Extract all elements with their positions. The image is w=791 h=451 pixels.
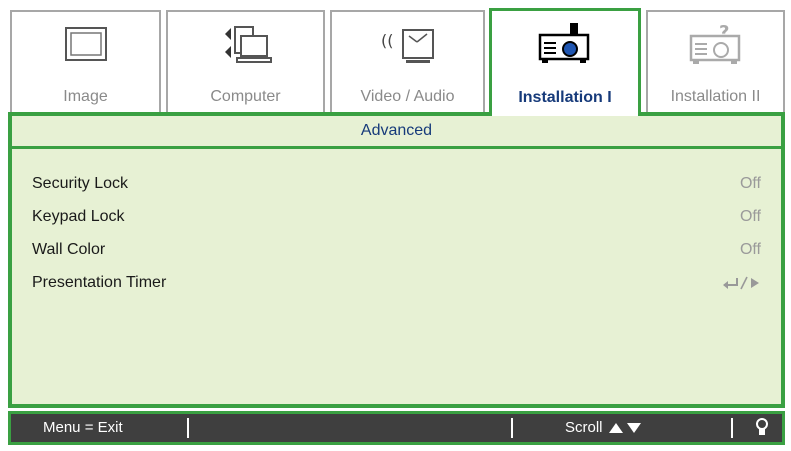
projector-icon — [530, 21, 600, 77]
scroll-label: Scroll — [565, 419, 603, 436]
tab-bar: Image Computer ((Video / Audio Installa… — [6, 6, 787, 116]
video-audio-icon: (( — [373, 22, 443, 78]
computer-icon — [211, 22, 281, 78]
menu-exit-hint: Menu = Exit — [43, 419, 123, 436]
image-icon — [51, 22, 121, 78]
tab-image-label: Image — [63, 88, 108, 105]
up-down-triangle-icon — [607, 419, 643, 436]
divider — [511, 418, 513, 438]
menu-item-presentation-timer[interactable]: Presentation Timer — [32, 268, 761, 298]
tab-installation-1-label: Installation I — [518, 89, 612, 106]
tab-video-audio[interactable]: (( Video / Audio — [330, 10, 485, 112]
scroll-hint: Scroll — [565, 414, 643, 442]
tab-computer-label: Computer — [210, 88, 281, 105]
menu-item-label: Keypad Lock — [32, 208, 125, 225]
tab-video-audio-label: Video / Audio — [360, 88, 455, 105]
tab-installation-2[interactable]: ? Installation II — [646, 10, 785, 112]
tab-image[interactable]: Image — [10, 10, 161, 112]
divider — [187, 418, 189, 438]
status-bar: Menu = Exit Scroll — [8, 411, 785, 445]
divider — [731, 418, 733, 438]
menu-item-label: Presentation Timer — [32, 274, 167, 291]
lamp-icon — [755, 417, 769, 449]
svg-text:((: (( — [381, 31, 393, 50]
tab-installation-1[interactable]: Installation I — [489, 8, 641, 116]
menu-item-keypad-lock[interactable]: Keypad Lock Off — [32, 202, 761, 232]
menu-item-security-lock[interactable]: Security Lock Off — [32, 169, 761, 199]
projector-question-icon: ? — [681, 22, 751, 78]
menu-item-wall-color[interactable]: Wall Color Off — [32, 235, 761, 265]
menu-item-value: Off — [739, 208, 761, 225]
menu-item-label: Security Lock — [32, 175, 129, 192]
advanced-panel: Advanced Security Lock Off Keypad Lock O… — [8, 112, 785, 408]
tab-installation-2-label: Installation II — [670, 88, 761, 105]
projector-osd-menu: Image Computer ((Video / Audio Installa… — [6, 6, 787, 449]
tab-computer[interactable]: Computer — [166, 10, 325, 112]
panel-title: Advanced — [12, 116, 781, 149]
menu-item-value: Off — [739, 175, 761, 192]
enter-arrow-icon[interactable] — [721, 268, 761, 298]
menu-item-value: Off — [739, 241, 761, 258]
menu-item-label: Wall Color — [32, 241, 106, 258]
